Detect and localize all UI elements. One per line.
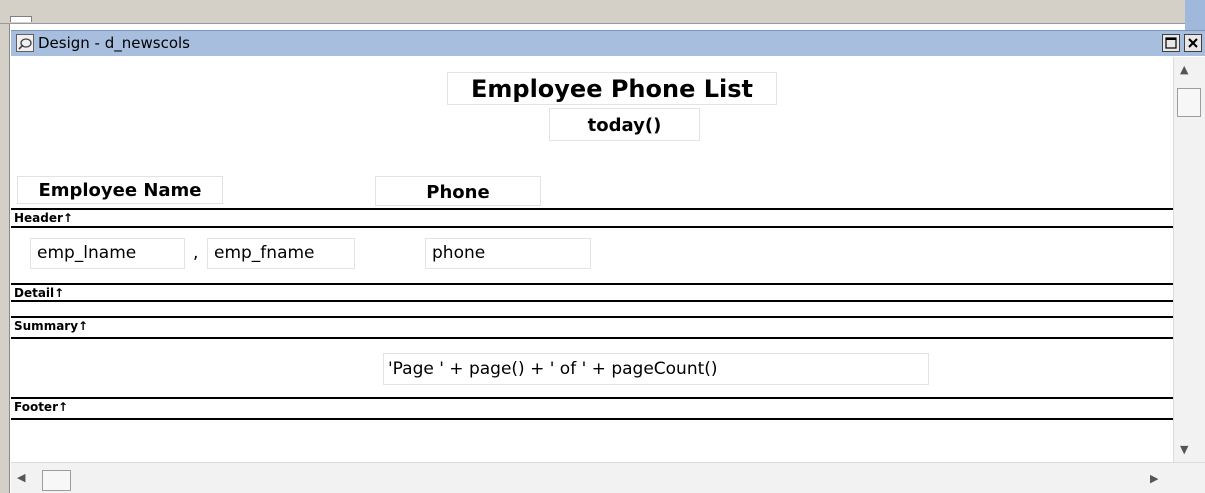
column-header-phone[interactable]: Phone xyxy=(375,176,541,206)
report-title-text[interactable]: Employee Phone List xyxy=(447,72,777,105)
band-divider-footer-bottom xyxy=(11,418,1173,420)
frame-tab[interactable] xyxy=(10,16,32,22)
vertical-scroll-thumb[interactable] xyxy=(1177,88,1201,117)
maximize-icon xyxy=(1165,37,1177,49)
maximize-button[interactable] xyxy=(1162,34,1180,52)
band-divider-detail-top xyxy=(11,283,1173,285)
band-label-summary[interactable]: Summary↑ xyxy=(14,319,88,333)
close-icon xyxy=(1188,38,1198,48)
frame-accent xyxy=(1185,0,1205,30)
band-divider-summary-bottom xyxy=(11,337,1173,339)
column-header-employee-name[interactable]: Employee Name xyxy=(17,176,223,204)
band-divider-header-top xyxy=(11,208,1173,210)
field-separator-comma: , xyxy=(193,243,199,263)
datawindow-design-icon xyxy=(16,34,34,52)
horizontal-scroll-thumb[interactable] xyxy=(42,470,71,491)
scroll-left-arrow-icon[interactable]: ◀ xyxy=(17,471,25,484)
report-date-computed-field[interactable]: today() xyxy=(549,108,700,141)
app-frame-left xyxy=(0,24,10,493)
window-title: Design - d_newscols xyxy=(38,34,190,52)
close-button[interactable] xyxy=(1184,34,1202,52)
app-frame-top xyxy=(0,0,1205,24)
window-titlebar[interactable] xyxy=(11,30,1205,56)
band-divider-header-bottom xyxy=(11,226,1173,228)
band-label-footer[interactable]: Footer↑ xyxy=(14,400,68,414)
scroll-right-arrow-icon[interactable]: ▶ xyxy=(1150,472,1158,485)
band-divider-footer-top xyxy=(11,397,1173,399)
page-number-computed-field[interactable]: 'Page ' + page() + ' of ' + pageCount() xyxy=(383,353,929,385)
field-emp-fname[interactable]: emp_fname xyxy=(207,238,355,269)
band-divider-summary-top xyxy=(11,316,1173,318)
band-label-detail[interactable]: Detail↑ xyxy=(14,286,64,300)
horizontal-scrollbar[interactable] xyxy=(11,462,1205,493)
vertical-scrollbar[interactable] xyxy=(1173,57,1205,462)
scroll-up-arrow-icon[interactable]: ▲ xyxy=(1180,63,1188,76)
field-phone[interactable]: phone xyxy=(425,238,591,269)
band-label-header[interactable]: Header↑ xyxy=(14,211,73,225)
scroll-down-arrow-icon[interactable]: ▼ xyxy=(1180,443,1188,456)
band-divider-detail-bottom xyxy=(11,300,1173,302)
field-emp-lname[interactable]: emp_lname xyxy=(30,238,185,269)
